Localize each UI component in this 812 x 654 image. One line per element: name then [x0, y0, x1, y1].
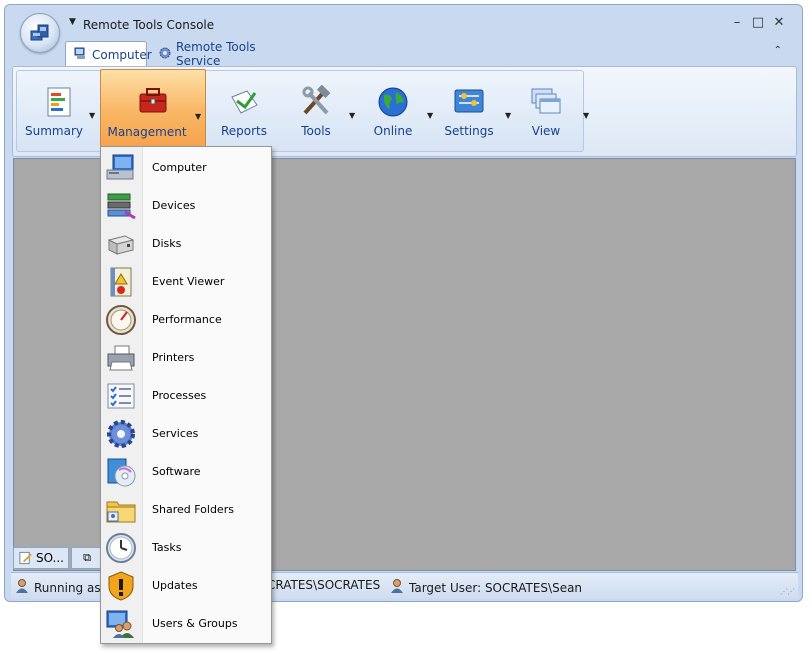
- computer-tab-icon: [74, 46, 88, 63]
- view-button[interactable]: View ▼: [515, 71, 589, 151]
- target-user-status: Target User: SOCRATES\Sean: [390, 578, 582, 597]
- view-label: View: [531, 124, 561, 138]
- reports-button[interactable]: Reports: [213, 71, 275, 151]
- tools-label: Tools: [301, 124, 331, 138]
- menu-item-services[interactable]: Services: [101, 415, 271, 453]
- tab-computer[interactable]: Computer: [65, 41, 152, 67]
- windows-icon: [531, 88, 561, 114]
- settings-button[interactable]: Settings ▼: [437, 71, 511, 151]
- target-user-icon: [390, 578, 404, 597]
- menu-item-label: Devices: [152, 199, 196, 212]
- performance-gauge-icon: [106, 305, 136, 335]
- management-label: Management: [107, 125, 187, 139]
- summary-dropdown-icon[interactable]: ▼: [89, 111, 95, 120]
- restore-window-icon: ⧉: [83, 551, 91, 564]
- tools-dropdown-icon[interactable]: ▼: [349, 111, 355, 120]
- ribbon-group: Summary ▼ Management ▼ Reports Tools ▼ O…: [16, 69, 589, 153]
- menu-item-performance[interactable]: Performance: [101, 301, 271, 339]
- computer-icon: [106, 154, 134, 180]
- document-edit-icon: [19, 551, 32, 565]
- online-label: Online: [373, 124, 413, 138]
- event-viewer-icon: [110, 267, 132, 297]
- menu-item-disks[interactable]: Disks: [101, 225, 271, 263]
- document-tab-socrates[interactable]: SO...: [13, 547, 69, 569]
- menu-item-processes[interactable]: Processes: [101, 377, 271, 415]
- reports-label: Reports: [220, 124, 268, 138]
- running-as-label: Running as:: [34, 580, 105, 595]
- menu-item-label: Software: [152, 465, 201, 478]
- menu-item-label: Computer: [152, 161, 207, 174]
- report-icon: [231, 90, 258, 114]
- menu-item-printers[interactable]: Printers: [101, 339, 271, 377]
- menu-item-label: Updates: [152, 579, 198, 592]
- devices-icon: [107, 193, 136, 220]
- shared-folder-icon: [106, 501, 136, 523]
- user-icon: [15, 578, 29, 597]
- software-cd-icon: [107, 458, 136, 487]
- document-tab-label: SO...: [35, 551, 64, 565]
- online-button[interactable]: Online ▼: [361, 71, 433, 151]
- service-gear-icon: [158, 46, 172, 63]
- settings-label: Settings: [444, 124, 494, 138]
- ribbon: Summary ▼ Management ▼ Reports Tools ▼ O…: [12, 66, 797, 157]
- view-dropdown-icon[interactable]: ▼: [583, 111, 589, 120]
- close-button[interactable]: ✕: [771, 15, 787, 30]
- tools-button[interactable]: Tools ▼: [285, 71, 355, 151]
- summary-label: Summary: [25, 124, 83, 138]
- menu-item-label: Performance: [152, 313, 222, 326]
- menu-item-event-viewer[interactable]: Event Viewer: [101, 263, 271, 301]
- printer-icon: [107, 345, 135, 371]
- tab-label: Computer: [92, 47, 152, 62]
- collapse-ribbon-icon[interactable]: ⌃: [774, 45, 782, 56]
- running-as-status: Running as:: [15, 578, 105, 597]
- summary-button[interactable]: Summary ▼: [23, 71, 95, 151]
- title-bar: ▼ Remote Tools Console – □ ✕: [5, 5, 802, 53]
- ribbon-tabs: Computer Remote Tools Service: [5, 40, 802, 68]
- menu-item-label: Services: [152, 427, 199, 440]
- menu-item-tasks[interactable]: Tasks: [101, 529, 271, 567]
- shield-warning-icon: [108, 571, 134, 601]
- management-button[interactable]: Management ▼: [100, 69, 206, 153]
- management-dropdown-icon[interactable]: ▼: [195, 112, 201, 121]
- target-user-text: Target User: SOCRATES\Sean: [409, 580, 583, 595]
- menu-item-label: Users & Groups: [152, 617, 238, 630]
- window-title: Remote Tools Console: [83, 18, 215, 32]
- menu-item-users-groups[interactable]: Users & Groups: [101, 605, 271, 643]
- processes-icon: [107, 383, 135, 409]
- minimize-button[interactable]: –: [729, 15, 745, 30]
- running-as-value: CRATES\SOCRATES: [267, 578, 380, 592]
- users-icon: [106, 610, 134, 638]
- settings-dropdown-icon[interactable]: ▼: [505, 111, 511, 120]
- settings-icon: [454, 89, 484, 113]
- quick-access-dropdown-icon[interactable]: ▼: [69, 17, 76, 27]
- menu-item-updates[interactable]: Updates: [101, 567, 271, 605]
- tab-remote-tools-service[interactable]: Remote Tools Service: [150, 40, 290, 68]
- menu-item-software[interactable]: Software: [101, 453, 271, 491]
- globe-icon: [378, 87, 408, 117]
- toolbox-icon: [139, 88, 167, 113]
- maximize-button[interactable]: □: [750, 15, 766, 30]
- menu-item-label: Shared Folders: [152, 503, 234, 516]
- gear-icon: [107, 420, 135, 448]
- restore-window-button[interactable]: ⧉: [71, 547, 103, 569]
- disk-icon: [107, 235, 135, 255]
- summary-icon: [47, 87, 71, 117]
- menu-item-devices[interactable]: Devices: [101, 187, 271, 225]
- running-as-value-text: CRATES\SOCRATES: [267, 578, 381, 592]
- menu-item-label: Tasks: [152, 541, 182, 554]
- online-dropdown-icon[interactable]: ▼: [427, 111, 433, 120]
- menu-item-label: Disks: [152, 237, 182, 250]
- hammer-wrench-icon: [302, 85, 331, 115]
- menu-item-label: Processes: [152, 389, 207, 402]
- menu-item-label: Printers: [152, 351, 195, 364]
- management-dropdown-menu: Computer Devices Disks Event Viewer Perf…: [100, 146, 272, 644]
- menu-item-shared-folders[interactable]: Shared Folders: [101, 491, 271, 529]
- clock-icon: [106, 533, 136, 563]
- menu-item-label: Event Viewer: [152, 275, 225, 288]
- resize-grip-icon[interactable]: ⋰⋰: [780, 587, 795, 596]
- menu-item-computer[interactable]: Computer: [101, 149, 271, 187]
- tab-label: Remote Tools Service: [176, 40, 256, 68]
